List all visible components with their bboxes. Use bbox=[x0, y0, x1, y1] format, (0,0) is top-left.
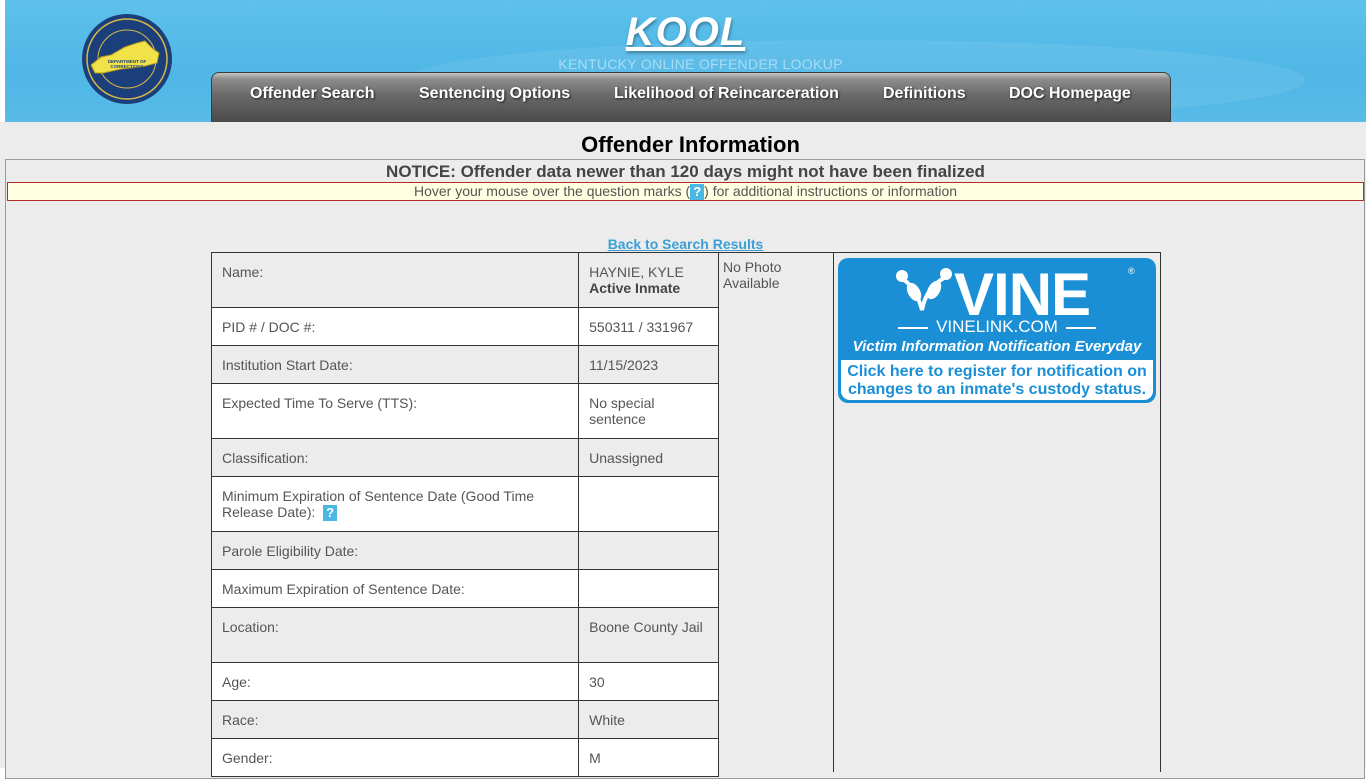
nav-offender-search[interactable]: Offender Search bbox=[250, 85, 374, 103]
location-value: Boone County Jail bbox=[578, 607, 719, 663]
gender-label: Gender: bbox=[210, 738, 580, 777]
no-photo-text: No Photo Available bbox=[723, 259, 782, 291]
name-label: Name: bbox=[210, 252, 580, 308]
main-nav: Offender Search Sentencing Options Likel… bbox=[211, 72, 1171, 122]
institution-start-label: Institution Start Date: bbox=[210, 345, 580, 384]
site-subtitle: KENTUCKY ONLINE OFFENDER LOOKUP bbox=[558, 56, 843, 72]
table-row: Name: HAYNIE, KYLE Active Inmate bbox=[210, 252, 719, 308]
age-value: 30 bbox=[578, 662, 719, 701]
table-row: Gender: M bbox=[210, 738, 719, 777]
min-expiration-label: Minimum Expiration of Sentence Date (Goo… bbox=[210, 476, 580, 532]
vine-tagline: Victim Information Notification Everyday bbox=[852, 338, 1142, 355]
institution-start-value: 11/15/2023 bbox=[578, 345, 719, 384]
table-row: PID # / DOC #: 550311 / 331967 bbox=[210, 307, 719, 346]
status-badge: Active Inmate bbox=[589, 280, 681, 296]
site-header: DEPARTMENT OF CORRECTIONS KOOL KENTUCKY … bbox=[5, 0, 1366, 122]
nav-sentencing-options[interactable]: Sentencing Options bbox=[419, 85, 570, 103]
table-row: Classification: Unassigned bbox=[210, 438, 719, 477]
hover-text-after: ) for additional instructions or informa… bbox=[704, 183, 958, 199]
nav-doc-homepage[interactable]: DOC Homepage bbox=[1009, 85, 1131, 103]
gender-value: M bbox=[578, 738, 719, 777]
parole-eligibility-value bbox=[578, 531, 719, 570]
table-row: Race: White bbox=[210, 700, 719, 739]
site-title[interactable]: KOOL bbox=[5, 10, 1366, 55]
vine-registered-mark: ® bbox=[1128, 266, 1135, 276]
photo-cell: No Photo Available bbox=[719, 252, 834, 772]
table-row: Maximum Expiration of Sentence Date: bbox=[210, 569, 719, 608]
offender-info-table: Name: HAYNIE, KYLE Active Inmate PID # / … bbox=[210, 252, 719, 777]
vine-register-text[interactable]: Click here to register for notification … bbox=[841, 360, 1153, 400]
offender-name: HAYNIE, KYLE bbox=[589, 264, 684, 280]
table-row: Institution Start Date: 11/15/2023 bbox=[210, 345, 719, 384]
parole-eligibility-label: Parole Eligibility Date: bbox=[210, 531, 580, 570]
vine-register-banner[interactable]: VINE ® VINELINK.COM Victim Information N… bbox=[838, 258, 1156, 403]
help-question-icon[interactable]: ? bbox=[323, 505, 338, 521]
hover-instructions: Hover your mouse over the question marks… bbox=[7, 182, 1364, 201]
table-row: Location: Boone County Jail bbox=[210, 607, 719, 663]
table-row: Minimum Expiration of Sentence Date (Goo… bbox=[210, 476, 719, 532]
table-row: Parole Eligibility Date: bbox=[210, 531, 719, 570]
min-expiration-value bbox=[578, 476, 719, 532]
nav-likelihood-of-reincarceration[interactable]: Likelihood of Reincarceration bbox=[614, 85, 839, 103]
classification-value: Unassigned bbox=[578, 438, 719, 477]
vine-site: VINELINK.COM bbox=[936, 317, 1058, 336]
notice-banner: NOTICE: Offender data newer than 120 day… bbox=[386, 162, 985, 181]
classification-label: Classification: bbox=[210, 438, 580, 477]
pid-value: 550311 / 331967 bbox=[578, 307, 719, 346]
tts-label: Expected Time To Serve (TTS): bbox=[210, 383, 580, 439]
race-label: Race: bbox=[210, 700, 580, 739]
nav-definitions[interactable]: Definitions bbox=[883, 85, 966, 103]
age-label: Age: bbox=[210, 662, 580, 701]
location-label: Location: bbox=[210, 607, 580, 663]
race-value: White bbox=[578, 700, 719, 739]
vine-cell: VINE ® VINELINK.COM Victim Information N… bbox=[834, 252, 1161, 772]
min-expiration-text: Minimum Expiration of Sentence Date (Goo… bbox=[222, 488, 535, 520]
back-to-search-results-link[interactable]: Back to Search Results bbox=[0, 236, 1366, 252]
tts-value: No special sentence bbox=[578, 383, 719, 439]
table-row: Expected Time To Serve (TTS): No special… bbox=[210, 383, 719, 439]
max-expiration-value bbox=[578, 569, 719, 608]
vine-divider-right bbox=[1066, 327, 1096, 329]
pid-label: PID # / DOC #: bbox=[210, 307, 580, 346]
vine-leaf-icon bbox=[896, 268, 952, 311]
page-title: Offender Information bbox=[581, 132, 800, 157]
question-mark-icon[interactable]: ? bbox=[690, 184, 705, 200]
table-row: Age: 30 bbox=[210, 662, 719, 701]
hover-text-before: Hover your mouse over the question marks… bbox=[413, 183, 691, 199]
max-expiration-label: Maximum Expiration of Sentence Date: bbox=[210, 569, 580, 608]
name-value: HAYNIE, KYLE Active Inmate bbox=[578, 252, 719, 308]
